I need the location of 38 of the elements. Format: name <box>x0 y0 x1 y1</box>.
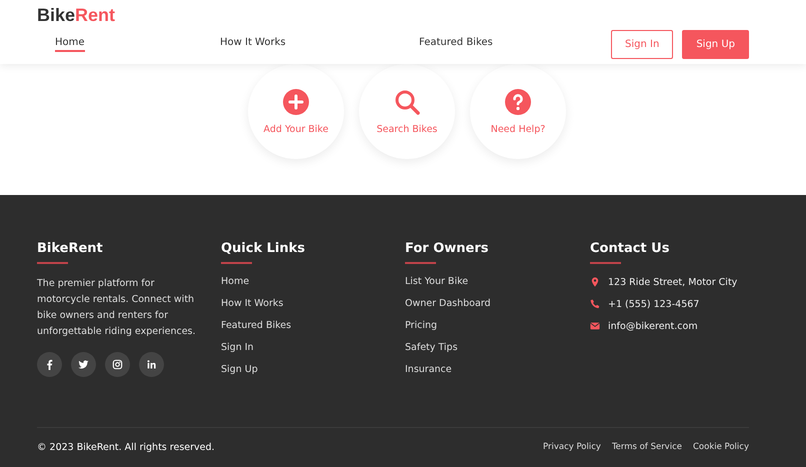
nav-link[interactable]: How It Works <box>220 32 419 54</box>
action-label: Search Bikes <box>376 124 438 134</box>
footer-link[interactable]: Featured Bikes <box>221 320 292 332</box>
contact-text: +1 (555) 123-4567 <box>608 298 700 310</box>
copyright-text: © 2023 BikeRent. All rights reserved. <box>37 442 215 452</box>
footer-link[interactable]: Owner Dashboard <box>405 298 491 310</box>
plus-icon <box>283 88 309 114</box>
contact-text: info@bikerent.com <box>608 320 698 332</box>
search-icon <box>394 88 420 114</box>
facebook-icon[interactable] <box>37 352 62 377</box>
footer-heading: Contact Us <box>590 241 670 264</box>
contact-text: 123 Ride Street, Motor City <box>608 276 738 288</box>
footer-link[interactable]: Safety Tips <box>405 342 458 354</box>
action-label: Add Your Bike <box>264 124 328 134</box>
legal-link[interactable]: Terms of Service <box>612 442 682 452</box>
footer-heading: BikeRent <box>37 241 103 264</box>
footer-link[interactable]: Sign Up <box>221 364 258 376</box>
footer-heading: Quick Links <box>221 241 306 264</box>
twitter-icon[interactable] <box>71 352 96 377</box>
footer-link[interactable]: Home <box>221 276 250 288</box>
footer-link[interactable]: Pricing <box>405 320 438 332</box>
logo[interactable]: BikeRent <box>37 5 116 26</box>
envelope-icon <box>590 321 600 331</box>
footer-heading: For Owners <box>405 241 489 264</box>
instagram-icon[interactable] <box>105 352 130 377</box>
linkedin-icon[interactable] <box>139 352 164 377</box>
legal-link[interactable]: Cookie Policy <box>692 442 749 452</box>
footer-link[interactable]: List Your Bike <box>405 276 468 288</box>
footer-link[interactable]: Insurance <box>405 364 452 376</box>
location-pin-icon <box>590 277 600 287</box>
about-text: The premier platform for motorcycle rentals. Connect with bike owners and renters for unforgettable riding experiences. <box>37 277 197 339</box>
help-icon <box>505 88 531 114</box>
footer-link[interactable]: Sign In <box>221 342 254 354</box>
phone-icon <box>590 299 600 309</box>
nav-link[interactable]: Featured Bikes <box>419 32 493 54</box>
legal-link[interactable]: Privacy Policy <box>543 442 601 452</box>
action-label: Need Help? <box>490 124 546 134</box>
footer-link[interactable]: How It Works <box>221 298 284 310</box>
